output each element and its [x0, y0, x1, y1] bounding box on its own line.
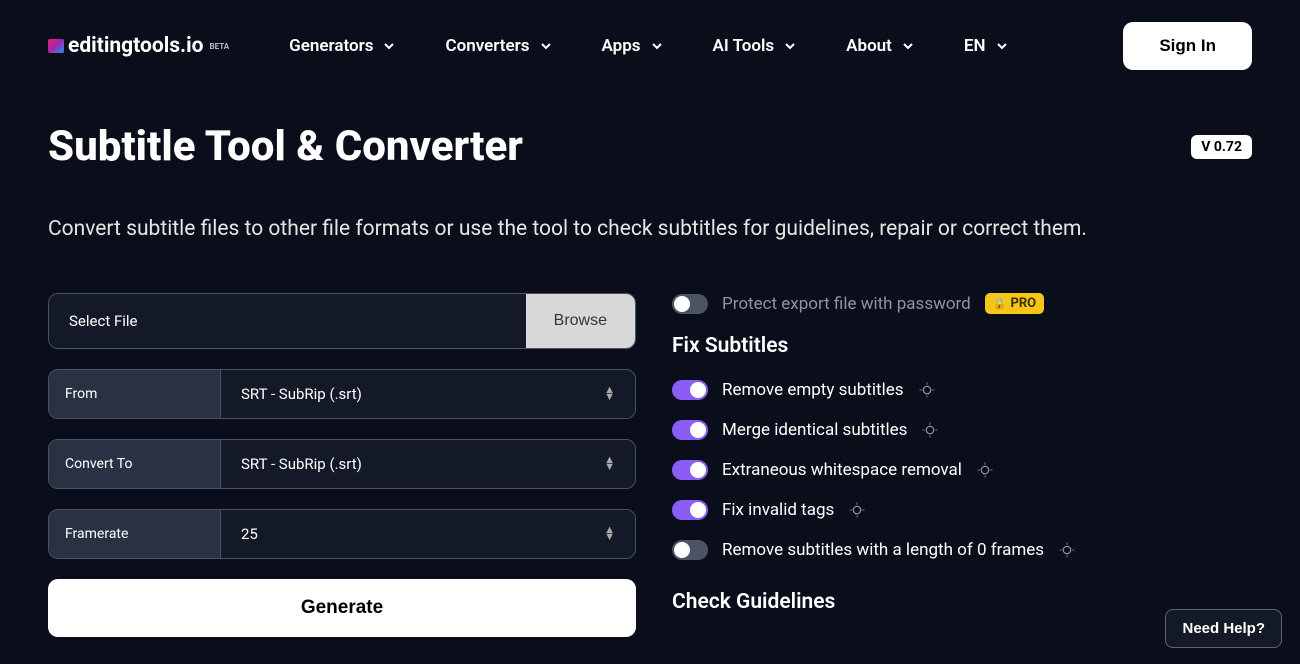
page-description: Convert subtitle files to other file for…	[48, 217, 1252, 241]
nav-label: AI Tools	[713, 36, 775, 56]
whitespace-row: Extraneous whitespace removal	[672, 460, 1252, 480]
lightbulb-icon	[848, 501, 866, 519]
convert-to-label: Convert To	[49, 440, 221, 488]
protect-password-toggle[interactable]	[672, 294, 708, 314]
chevron-down-icon	[651, 40, 663, 52]
chevron-down-icon	[540, 40, 552, 52]
options-column: Protect export file with password 🔒PRO F…	[672, 293, 1252, 637]
merge-identical-toggle[interactable]	[672, 420, 708, 440]
logo-mark-icon	[48, 39, 64, 53]
protect-password-row: Protect export file with password 🔒PRO	[672, 293, 1252, 314]
title-row: Subtitle Tool & Converter V 0.72	[48, 122, 1252, 171]
nav-about[interactable]: About	[846, 36, 914, 56]
framerate-select[interactable]: 25 ▲▼	[221, 510, 635, 558]
browse-button[interactable]: Browse	[526, 294, 635, 348]
nav-label: EN	[964, 36, 986, 56]
toggle-label: Merge identical subtitles	[722, 420, 907, 440]
chevron-down-icon	[996, 40, 1008, 52]
file-input-placeholder[interactable]: Select File	[49, 294, 526, 348]
protect-password-label: Protect export file with password	[722, 294, 971, 314]
version-badge: V 0.72	[1191, 135, 1252, 159]
lightbulb-icon	[1058, 541, 1076, 559]
select-sort-icon: ▲▼	[604, 457, 615, 470]
select-sort-icon: ▲▼	[604, 527, 615, 540]
page-title: Subtitle Tool & Converter	[48, 122, 523, 171]
framerate-select-row: Framerate 25 ▲▼	[48, 509, 636, 559]
zero-frames-row: Remove subtitles with a length of 0 fram…	[672, 540, 1252, 560]
sign-in-button[interactable]: Sign In	[1123, 22, 1252, 70]
nav-apps[interactable]: Apps	[602, 36, 663, 56]
header: editingtools.io BETA Generators Converter…	[0, 0, 1300, 92]
select-sort-icon: ▲▼	[604, 387, 615, 400]
chevron-down-icon	[383, 40, 395, 52]
from-value: SRT - SubRip (.srt)	[241, 385, 362, 403]
zero-frames-toggle[interactable]	[672, 540, 708, 560]
check-guidelines-heading: Check Guidelines	[672, 590, 1252, 614]
convert-to-value: SRT - SubRip (.srt)	[241, 455, 362, 473]
nav-language[interactable]: EN	[964, 36, 1008, 56]
nav-label: About	[846, 36, 892, 56]
merge-identical-row: Merge identical subtitles	[672, 420, 1252, 440]
whitespace-toggle[interactable]	[672, 460, 708, 480]
logo-beta: BETA	[210, 42, 230, 51]
fix-tags-row: Fix invalid tags	[672, 500, 1252, 520]
nav-label: Apps	[602, 36, 641, 56]
pro-badge: 🔒PRO	[985, 293, 1044, 314]
nav-label: Generators	[289, 36, 373, 56]
nav-converters[interactable]: Converters	[445, 36, 551, 56]
nav-generators[interactable]: Generators	[289, 36, 395, 56]
fix-subtitles-heading: Fix Subtitles	[672, 334, 1252, 358]
lightbulb-icon	[918, 381, 936, 399]
remove-empty-row: Remove empty subtitles	[672, 380, 1252, 400]
content: Subtitle Tool & Converter V 0.72 Convert…	[0, 92, 1300, 637]
main-columns: Select File Browse From SRT - SubRip (.s…	[48, 293, 1252, 637]
convert-to-select[interactable]: SRT - SubRip (.srt) ▲▼	[221, 440, 635, 488]
chevron-down-icon	[902, 40, 914, 52]
nav: Generators Converters Apps AI Tools Abou…	[289, 36, 1007, 56]
lock-icon: 🔒	[993, 297, 1007, 310]
form-column: Select File Browse From SRT - SubRip (.s…	[48, 293, 636, 637]
need-help-button[interactable]: Need Help?	[1165, 609, 1282, 648]
from-select-row: From SRT - SubRip (.srt) ▲▼	[48, 369, 636, 419]
chevron-down-icon	[784, 40, 796, 52]
lightbulb-icon	[976, 461, 994, 479]
generate-button[interactable]: Generate	[48, 579, 636, 637]
nav-ai-tools[interactable]: AI Tools	[713, 36, 797, 56]
logo-text: editingtools.io	[68, 34, 204, 58]
fix-tags-toggle[interactable]	[672, 500, 708, 520]
lightbulb-icon	[921, 421, 939, 439]
from-select[interactable]: SRT - SubRip (.srt) ▲▼	[221, 370, 635, 418]
framerate-label: Framerate	[49, 510, 221, 558]
toggle-label: Fix invalid tags	[722, 500, 834, 520]
toggle-label: Remove empty subtitles	[722, 380, 904, 400]
from-label: From	[49, 370, 221, 418]
toggle-label: Remove subtitles with a length of 0 fram…	[722, 540, 1044, 560]
file-input: Select File Browse	[48, 293, 636, 349]
convert-to-select-row: Convert To SRT - SubRip (.srt) ▲▼	[48, 439, 636, 489]
logo[interactable]: editingtools.io BETA	[48, 34, 229, 58]
remove-empty-toggle[interactable]	[672, 380, 708, 400]
framerate-value: 25	[241, 525, 258, 543]
nav-label: Converters	[445, 36, 529, 56]
toggle-label: Extraneous whitespace removal	[722, 460, 962, 480]
